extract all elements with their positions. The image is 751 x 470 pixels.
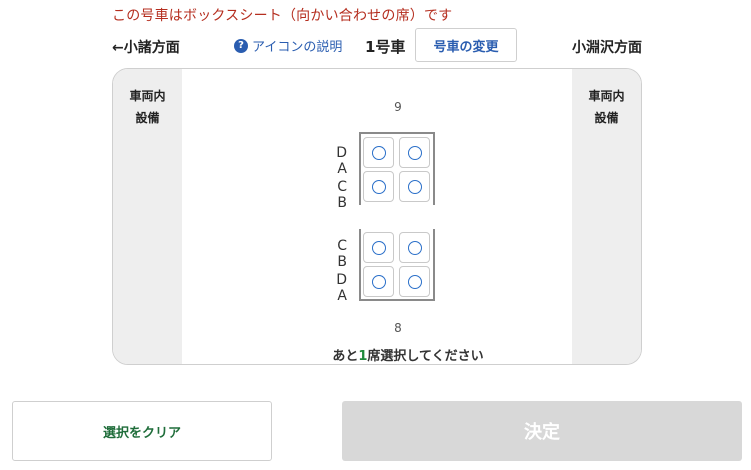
facility-right-line1: 車両内 — [588, 89, 625, 103]
question-icon: ? — [234, 38, 248, 53]
direction-left-label: ←小諸方面 — [112, 40, 180, 56]
seat-row-label: C B — [337, 238, 353, 270]
seat-row-label: D A — [336, 272, 353, 304]
row-number-bottom: 8 — [394, 321, 402, 335]
seat-box-lower — [359, 229, 435, 301]
icon-help-label: アイコンの説明 — [252, 40, 343, 55]
row-number-top: 9 — [394, 100, 402, 114]
available-seat-icon — [371, 145, 386, 160]
available-seat-icon — [407, 145, 422, 160]
facility-right-line2: 設備 — [594, 111, 619, 125]
facility-left-line2: 設備 — [135, 111, 160, 125]
direction-right-label: 小淵沢方面 — [572, 40, 642, 56]
available-seat-icon — [407, 179, 422, 194]
remaining-seats-message: あと1席選択してください — [293, 345, 523, 364]
seat-8a[interactable] — [399, 266, 430, 297]
available-seat-icon — [371, 179, 386, 194]
change-car-button[interactable]: 号車の変更 — [415, 28, 517, 62]
seat-9a[interactable] — [399, 137, 430, 168]
remaining-prefix: あと — [332, 349, 359, 364]
facility-left[interactable]: 車両内 設備 — [113, 69, 182, 364]
clear-selection-button[interactable]: 選択をクリア — [12, 401, 272, 461]
available-seat-icon — [407, 240, 422, 255]
seat-9d[interactable] — [363, 137, 394, 168]
available-seat-icon — [371, 274, 386, 289]
facility-right[interactable]: 車両内 設備 — [572, 69, 641, 364]
car-header: ←小諸方面 ? アイコンの説明 1号車 号車の変更 小淵沢方面 — [112, 28, 642, 62]
seat-9c[interactable] — [363, 171, 394, 202]
seat-8c[interactable] — [363, 232, 394, 263]
seat-8b[interactable] — [399, 232, 430, 263]
seat-8d[interactable] — [363, 266, 394, 297]
seat-row-label: D A — [336, 145, 353, 177]
seat-row-label: C B — [337, 179, 353, 211]
icon-help-link[interactable]: ? アイコンの説明 — [234, 36, 342, 55]
seat-9b[interactable] — [399, 171, 430, 202]
seat-box-upper — [359, 132, 435, 205]
available-seat-icon — [371, 240, 386, 255]
decide-button[interactable]: 決定 — [342, 401, 742, 461]
remaining-suffix: 席選択してください — [367, 349, 484, 364]
seat-map: 車両内 設備 車両内 設備 9 D A C B C B D A 8 あと1席選択… — [112, 68, 642, 365]
available-seat-icon — [407, 274, 422, 289]
facility-left-line1: 車両内 — [129, 89, 166, 103]
car-number: 1号車 — [365, 38, 406, 56]
seat-type-notice: この号車はボックスシート（向かい合わせの席）です — [112, 8, 453, 24]
